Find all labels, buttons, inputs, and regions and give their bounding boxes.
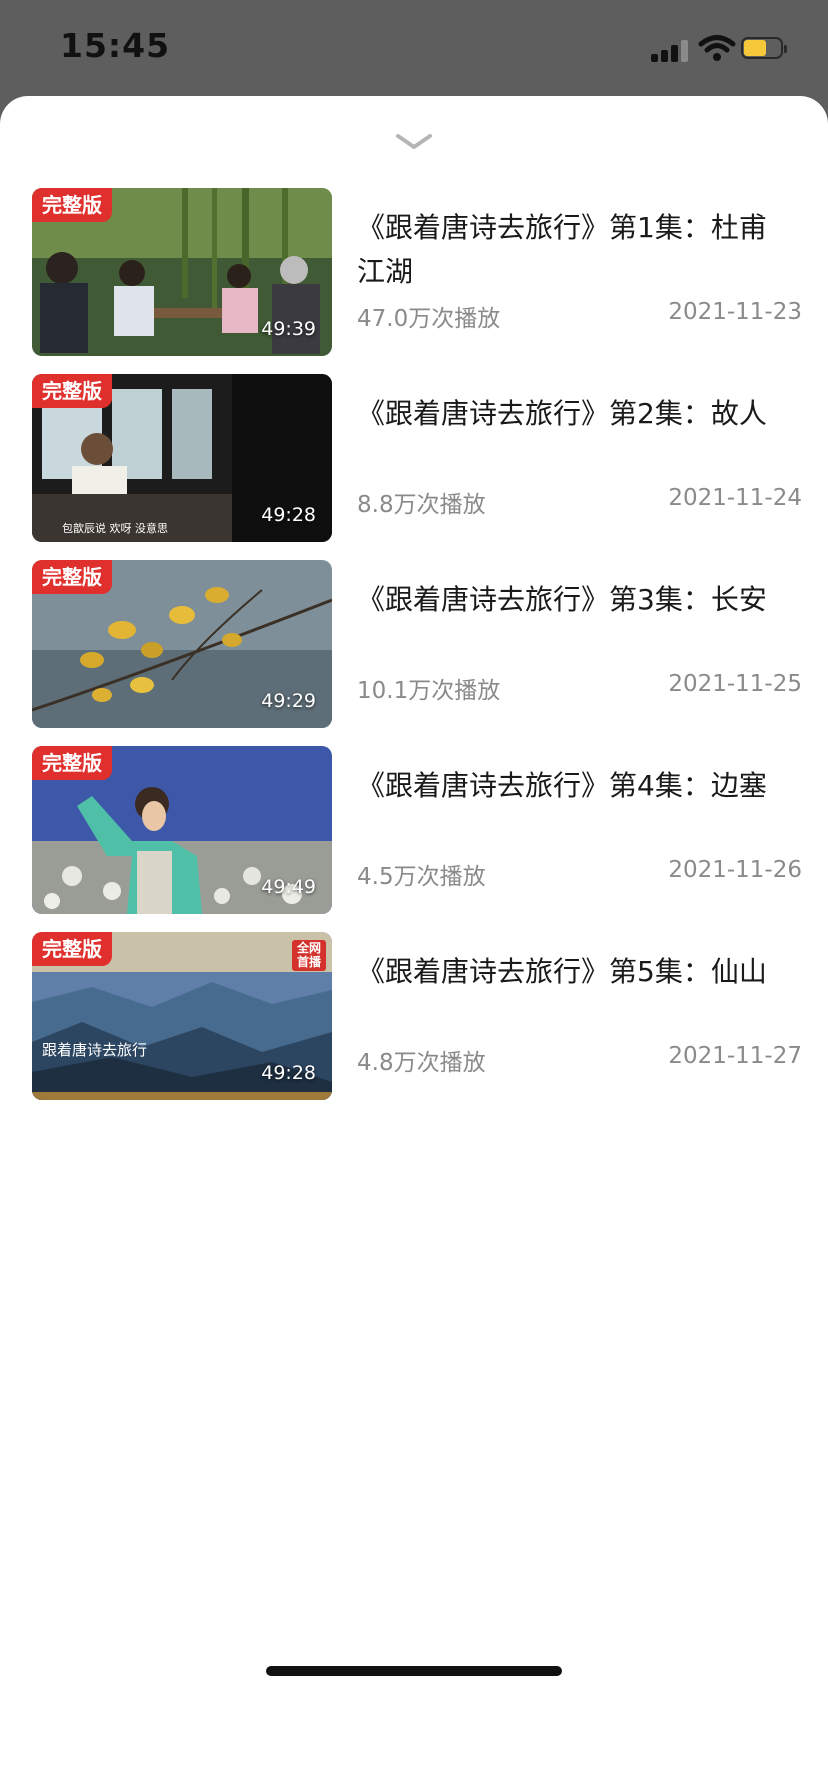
status-bar: 15:45 [0,0,828,96]
episode-thumbnail[interactable]: 完整版 49:49 [32,746,332,914]
show-logo-text: 跟着唐诗去旅行 [42,1041,148,1059]
status-time: 15:45 [60,26,171,65]
episode-views: 4.5万次播放 [357,864,486,890]
home-indicator[interactable] [266,1666,562,1676]
subtitle-caption: 包歆辰说 欢呀 没意思 [62,522,168,535]
episode-date: 2021-11-26 [668,857,802,883]
episode-title[interactable]: 《跟着唐诗去旅行》第4集：边塞 [357,764,787,808]
episode-item[interactable]: 完整版 49:49 《跟着唐诗去旅行》第4集：边塞 4.5万次播放 2021-1… [32,746,802,914]
episode-date: 2021-11-27 [668,1043,802,1069]
episode-title[interactable]: 《跟着唐诗去旅行》第2集：故人 [357,392,787,436]
episode-date: 2021-11-23 [668,299,802,325]
episode-thumbnail[interactable]: 完整版 49:29 [32,560,332,728]
episode-thumbnail[interactable]: 完整版 全网首播 跟着唐诗去旅行 49:28 [32,932,332,1100]
episode-thumbnail[interactable]: 完整版 包歆辰说 欢呀 没意思 49:28 [32,374,332,542]
episode-item[interactable]: 完整版 包歆辰说 欢呀 没意思 49:28 《跟着唐诗去旅行》第2集：故人 8.… [32,374,802,542]
episode-list: 完整版 49:39 《跟着唐诗去旅行》第1集：杜甫 江湖 47.0万次播放 20… [32,188,802,1118]
full-version-badge: 完整版 [32,560,112,594]
premiere-tag: 全网首播 [292,940,326,971]
episode-views: 4.8万次播放 [357,1050,486,1076]
episode-item[interactable]: 完整版 全网首播 跟着唐诗去旅行 49:28 《跟着唐诗去旅行》第5集：仙山 4… [32,932,802,1100]
episode-sheet: 完整版 49:39 《跟着唐诗去旅行》第1集：杜甫 江湖 47.0万次播放 20… [0,96,828,1792]
episode-date: 2021-11-24 [668,485,802,511]
episode-views: 8.8万次播放 [357,492,486,518]
episode-thumbnail[interactable]: 完整版 49:39 [32,188,332,356]
episode-title[interactable]: 《跟着唐诗去旅行》第1集：杜甫 江湖 [357,206,787,294]
episode-views: 10.1万次播放 [357,678,501,704]
battery-icon [741,37,789,61]
episode-duration: 49:29 [261,690,316,712]
wifi-icon [698,35,736,61]
episode-duration: 49:39 [261,318,316,340]
chevron-down-icon[interactable] [395,132,433,152]
episode-date: 2021-11-25 [668,671,802,697]
episode-duration: 49:28 [261,1062,316,1084]
episode-duration: 49:28 [261,504,316,526]
full-version-badge: 完整版 [32,374,112,408]
cellular-signal-icon [651,38,691,62]
episode-duration: 49:49 [261,876,316,898]
episode-title[interactable]: 《跟着唐诗去旅行》第5集：仙山 [357,950,787,994]
full-version-badge: 完整版 [32,932,112,966]
episode-title[interactable]: 《跟着唐诗去旅行》第3集：长安 [357,578,787,622]
episode-item[interactable]: 完整版 49:29 《跟着唐诗去旅行》第3集：长安 10.1万次播放 2021-… [32,560,802,728]
episode-views: 47.0万次播放 [357,306,501,332]
full-version-badge: 完整版 [32,746,112,780]
episode-item[interactable]: 完整版 49:39 《跟着唐诗去旅行》第1集：杜甫 江湖 47.0万次播放 20… [32,188,802,356]
full-version-badge: 完整版 [32,188,112,222]
